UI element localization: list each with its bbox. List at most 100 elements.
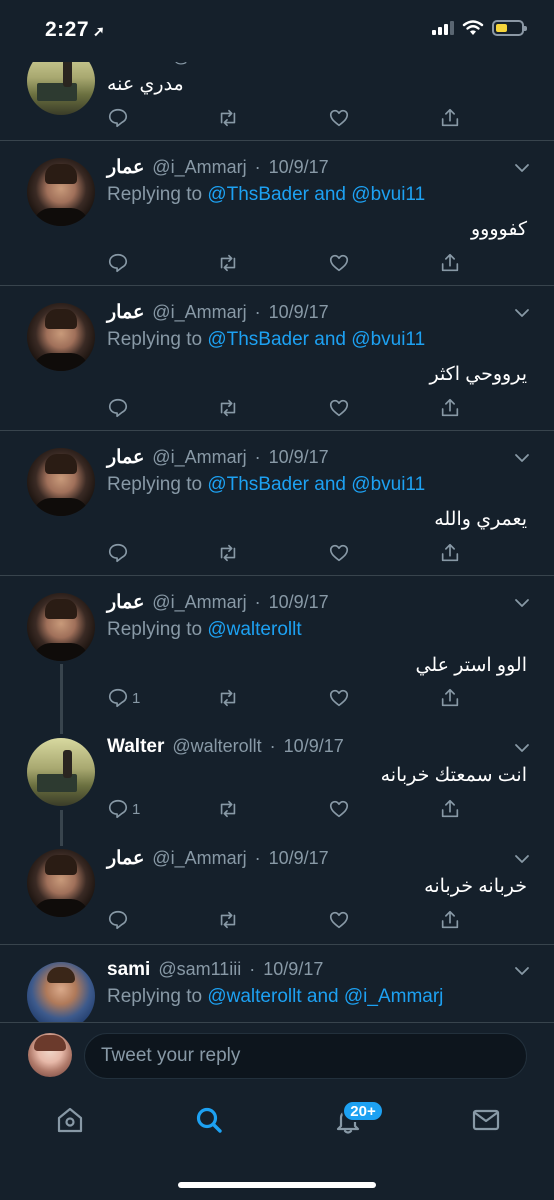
mention-link[interactable]: @ThsBader (207, 329, 309, 350)
share-icon (441, 398, 459, 417)
share-icon (441, 910, 459, 929)
like-icon (329, 254, 349, 272)
mention-link[interactable]: @walterollt (207, 986, 301, 1007)
tweet-text: خربانه خربانه (424, 876, 527, 897)
replying-to: Replying to @ThsBader and @bvui11 (107, 184, 425, 206)
like-icon (329, 800, 349, 818)
share-icon (441, 543, 459, 562)
reply-button[interactable] (107, 540, 132, 566)
replying-to: Replying to @ThsBader and @bvui11 (107, 474, 425, 496)
share-button[interactable] (439, 395, 461, 421)
tweet[interactable]: عمار @i_Ammarj · 10/9/17 Replying to @Th… (0, 431, 554, 576)
mention-link[interactable]: @i_Ammarj (344, 986, 444, 1007)
share-button[interactable] (439, 540, 461, 566)
reply-button[interactable]: 1 (107, 685, 140, 711)
tab-home[interactable] (40, 1100, 100, 1140)
tweet-text: مدري عنه (107, 74, 184, 95)
tweet[interactable]: عمار @i_Ammarj · 10/9/17 Replying to @wa… (0, 576, 554, 730)
tweet-actions (107, 395, 461, 421)
chevron-down-icon[interactable] (514, 450, 530, 466)
author-name[interactable]: sami (107, 959, 150, 981)
tweet[interactable]: Walter @walterollt · 10/9/17 انت سمعتك خ… (0, 730, 554, 842)
share-button[interactable] (439, 105, 461, 131)
avatar[interactable] (27, 158, 95, 226)
tweet-actions (107, 250, 461, 276)
mention-link[interactable]: @bvui11 (351, 474, 425, 495)
bottom-tab-bar: 20+ (0, 1088, 554, 1200)
avatar[interactable] (27, 303, 95, 371)
reply-button[interactable] (107, 105, 132, 131)
avatar[interactable] (27, 593, 95, 661)
tweet-text: انت سمعتك خربانه (380, 765, 527, 786)
avatar[interactable] (27, 448, 95, 516)
author-name[interactable]: Walter (107, 736, 164, 758)
author-handle: @walterollt (172, 736, 262, 756)
reply-button[interactable]: 1 (107, 796, 140, 822)
tweet[interactable]: عمار @i_Ammarj · 10/9/17 خربانه خربانه (0, 842, 554, 945)
author-name[interactable]: عمار (107, 446, 144, 469)
clock: 2:27 (45, 18, 90, 41)
reply-button[interactable] (107, 907, 132, 933)
retweet-button[interactable] (217, 395, 239, 421)
share-button[interactable] (439, 907, 461, 933)
retweet-button[interactable] (217, 250, 239, 276)
like-button[interactable] (328, 907, 350, 933)
share-button[interactable] (439, 250, 461, 276)
chevron-down-icon[interactable] (514, 963, 530, 979)
chevron-down-icon[interactable] (514, 160, 530, 176)
share-button[interactable] (439, 796, 461, 822)
tab-messages[interactable] (456, 1100, 516, 1140)
reply-button[interactable] (107, 250, 132, 276)
author-name[interactable]: عمار (107, 156, 144, 179)
avatar[interactable] (27, 849, 95, 917)
tweet-date: 10/9/17 (268, 848, 329, 868)
mention-conjunction: and (314, 329, 346, 350)
retweet-button[interactable] (217, 105, 239, 131)
retweet-button[interactable] (217, 907, 239, 933)
status-indicators (432, 20, 527, 36)
like-button[interactable] (328, 250, 350, 276)
replying-to-label: Replying to (107, 184, 203, 205)
replying-to-label: Replying to (107, 986, 203, 1007)
reply-icon (108, 910, 128, 930)
chevron-down-icon[interactable] (514, 851, 530, 867)
mention-link[interactable]: @ThsBader (207, 184, 309, 205)
tweet-date: 10/9/17 (268, 592, 329, 612)
retweet-button[interactable] (217, 685, 239, 711)
author-name[interactable]: عمار (107, 847, 144, 870)
avatar[interactable] (27, 962, 95, 1022)
home-indicator[interactable] (178, 1182, 376, 1188)
status-bar: 2:27 ➚ (0, 0, 554, 62)
tweet[interactable]: sami @sam11iii · 10/9/17 Replying to @wa… (0, 945, 554, 1022)
chevron-down-icon[interactable] (514, 740, 530, 756)
tweet[interactable]: عمار @i_Ammarj · 10/9/17 Replying to @Th… (0, 141, 554, 286)
current-user-avatar[interactable] (28, 1033, 72, 1077)
reply-input[interactable] (84, 1033, 527, 1079)
tweet[interactable]: عمار @i_Ammarj · 10/9/17 Replying to @Th… (0, 286, 554, 431)
retweet-button[interactable] (217, 540, 239, 566)
mention-link[interactable]: @walterollt (207, 619, 301, 640)
chevron-down-icon[interactable] (514, 305, 530, 321)
author-name[interactable]: عمار (107, 301, 144, 324)
mention-link[interactable]: @ThsBader (207, 474, 309, 495)
tweet-header: عمار @i_Ammarj · 10/9/17 (107, 591, 329, 614)
mention-conjunction: and (314, 184, 346, 205)
mention-link[interactable]: @bvui11 (351, 184, 425, 205)
mention-link[interactable]: @bvui11 (351, 329, 425, 350)
like-button[interactable] (328, 540, 350, 566)
like-button[interactable] (328, 685, 350, 711)
tab-search[interactable] (179, 1100, 239, 1140)
like-button[interactable] (328, 105, 350, 131)
like-button[interactable] (328, 395, 350, 421)
avatar[interactable] (27, 738, 95, 806)
notifications-badge[interactable]: 20+ (342, 1100, 384, 1122)
conversation-feed[interactable]: Walter @walterollt · 10/9/17 مدري عنه عم… (0, 0, 554, 1022)
share-icon (441, 108, 459, 127)
author-name[interactable]: عمار (107, 591, 144, 614)
retweet-button[interactable] (217, 796, 239, 822)
chevron-down-icon[interactable] (514, 595, 530, 611)
reply-button[interactable] (107, 395, 132, 421)
tweet-header: Walter @walterollt · 10/9/17 (107, 736, 344, 758)
share-button[interactable] (439, 685, 461, 711)
like-button[interactable] (328, 796, 350, 822)
